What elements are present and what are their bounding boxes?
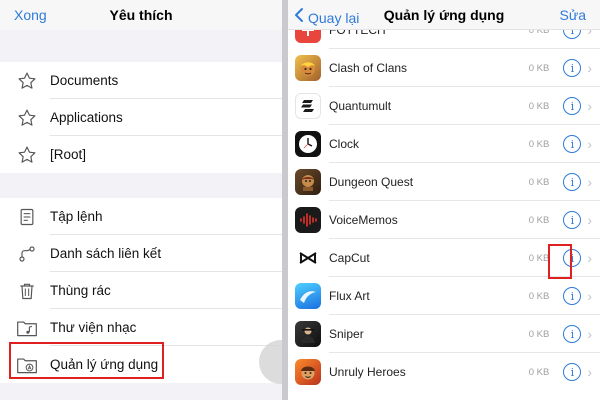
app-info-button[interactable]: i	[563, 363, 582, 381]
favorites-title: Yêu thích	[109, 7, 173, 23]
favorite-item-label: Documents	[50, 73, 119, 88]
favorite-item-applications[interactable]: Applications	[0, 99, 282, 136]
app-manager-title: Quản lý ứng dụng	[383, 7, 505, 23]
favorites-group: Documents Applications [Root]	[0, 62, 282, 173]
app-list: FOTTECH 0 KB i › Clash of Clans 0 KB i ›…	[288, 11, 600, 391]
quantumult-app-icon	[295, 93, 321, 119]
app-info-button[interactable]: i	[563, 173, 582, 191]
tool-item-app-manager[interactable]: Quản lý ứng dụng	[0, 346, 282, 383]
chevron-right-icon: ›	[587, 174, 592, 190]
app-size: 0 KB	[528, 366, 550, 378]
favorite-item-root[interactable]: [Root]	[0, 136, 282, 173]
tool-item-trash[interactable]: Thùng rác	[0, 272, 282, 309]
app-row-clash-of-clans[interactable]: Clash of Clans 0 KB i ›	[288, 49, 600, 87]
app-row-dungeon-quest[interactable]: Dungeon Quest 0 KB i ›	[288, 163, 600, 201]
tool-item-label: Quản lý ứng dụng	[50, 357, 159, 372]
app-size: 0 KB	[528, 100, 550, 112]
chevron-right-icon: ›	[587, 98, 592, 114]
app-row-clock[interactable]: Clock 0 KB i ›	[288, 125, 600, 163]
app-manager-panel: FOTTECH 0 KB i › Clash of Clans 0 KB i ›…	[288, 0, 600, 400]
app-name: Quantumult	[329, 99, 392, 113]
clash-of-clans-app-icon	[295, 55, 321, 81]
tool-item-label: Tập lệnh	[50, 209, 103, 224]
chevron-right-icon: ›	[587, 136, 592, 152]
app-name: Dungeon Quest	[329, 175, 414, 189]
app-row-sniper[interactable]: Sniper 0 KB i ›	[288, 315, 600, 353]
app-row-voicememos[interactable]: VoiceMemos 0 KB i ›	[288, 201, 600, 239]
chevron-right-icon: ›	[587, 326, 592, 342]
favorites-panel: Xong Yêu thích Documents Applications [R…	[0, 0, 282, 400]
voicememos-app-icon	[295, 207, 321, 233]
app-size: 0 KB	[528, 252, 550, 264]
app-name: Clash of Clans	[329, 61, 408, 75]
chevron-right-icon: ›	[587, 60, 592, 76]
app-row-capcut[interactable]: CapCut 0 KB i ›	[288, 239, 600, 277]
app-row-quantumult[interactable]: Quantumult 0 KB i ›	[288, 87, 600, 125]
favorites-header: Xong Yêu thích	[0, 0, 282, 30]
flux-art-app-icon	[295, 283, 321, 309]
app-folder-icon	[15, 353, 39, 377]
sniper-app-icon	[295, 321, 321, 347]
app-name: Unruly Heroes	[329, 365, 406, 379]
app-info-button[interactable]: i	[563, 325, 582, 343]
app-manager-header: Quay lại Quản lý ứng dụng Sửa	[288, 0, 600, 30]
app-info-button[interactable]: i	[563, 287, 582, 305]
app-row-flux-art[interactable]: Flux Art 0 KB i ›	[288, 277, 600, 315]
tool-item-music-library[interactable]: Thư viện nhạc	[0, 309, 282, 346]
trash-icon	[15, 279, 39, 303]
tool-item-label: Thùng rác	[50, 283, 111, 298]
app-row-unruly-heroes[interactable]: Unruly Heroes 0 KB i ›	[288, 353, 600, 391]
chevron-right-icon: ›	[587, 364, 592, 380]
star-icon	[15, 143, 39, 167]
link-icon	[15, 242, 39, 266]
app-name: VoiceMemos	[329, 213, 398, 227]
tool-item-label: Thư viện nhạc	[50, 320, 137, 335]
star-icon	[15, 106, 39, 130]
app-info-button[interactable]: i	[563, 211, 582, 229]
app-size: 0 KB	[528, 138, 550, 150]
favorite-item-label: [Root]	[50, 147, 87, 162]
capcut-app-icon	[295, 245, 321, 271]
dungeon-quest-app-icon	[295, 169, 321, 195]
tool-item-scripts[interactable]: Tập lệnh	[0, 198, 282, 235]
clock-app-icon	[295, 131, 321, 157]
app-size: 0 KB	[528, 328, 550, 340]
favorite-item-documents[interactable]: Documents	[0, 62, 282, 99]
star-icon	[15, 69, 39, 93]
app-info-button[interactable]: i	[563, 97, 582, 115]
chevron-right-icon: ›	[587, 288, 592, 304]
app-name: Clock	[329, 137, 360, 151]
app-name: Flux Art	[329, 289, 370, 303]
app-info-button[interactable]: i	[563, 59, 582, 77]
chevron-right-icon: ›	[587, 250, 592, 266]
unruly-heroes-app-icon	[295, 359, 321, 385]
app-name: CapCut	[329, 251, 370, 265]
app-size: 0 KB	[528, 62, 550, 74]
app-name: Sniper	[329, 327, 364, 341]
favorite-item-label: Applications	[50, 110, 123, 125]
tool-item-label: Danh sách liên kết	[50, 246, 162, 261]
app-size: 0 KB	[528, 290, 550, 302]
tools-group: Tập lệnh Danh sách liên kết Thùng rác Th…	[0, 198, 282, 383]
app-info-button-capcut[interactable]: i	[563, 249, 582, 267]
app-size: 0 KB	[528, 176, 550, 188]
script-icon	[15, 205, 39, 229]
app-info-button[interactable]: i	[563, 135, 582, 153]
edit-button[interactable]: Sửa	[560, 7, 587, 23]
chevron-right-icon: ›	[587, 212, 592, 228]
music-folder-icon	[15, 316, 39, 340]
app-size: 0 KB	[528, 214, 550, 226]
tool-item-link-list[interactable]: Danh sách liên kết	[0, 235, 282, 272]
